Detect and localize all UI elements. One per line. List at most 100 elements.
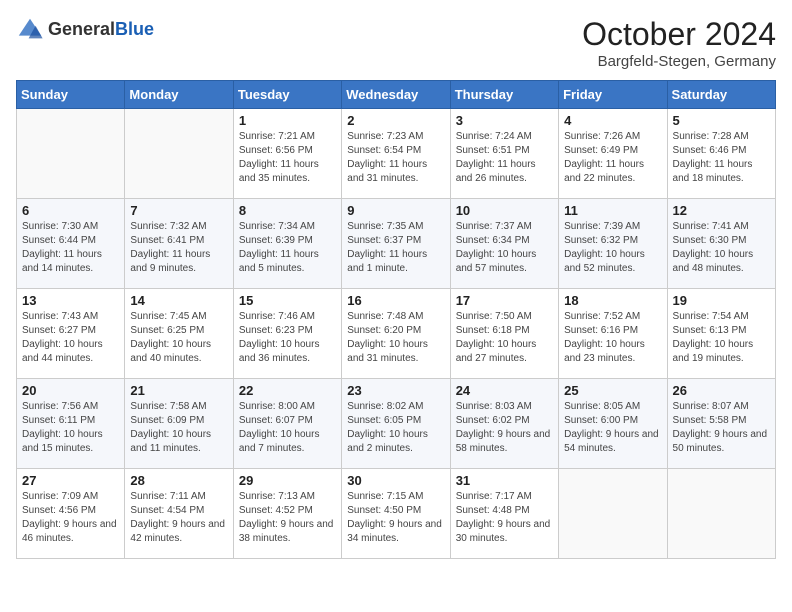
calendar-day-cell: 23 Sunrise: 8:02 AM Sunset: 6:05 PM Dayli… <box>342 379 450 469</box>
calendar-header-row: SundayMondayTuesdayWednesdayThursdayFrid… <box>17 81 776 109</box>
day-of-week-header: Wednesday <box>342 81 450 109</box>
calendar-table: SundayMondayTuesdayWednesdayThursdayFrid… <box>16 80 776 559</box>
day-info: Sunrise: 7:23 AM Sunset: 6:54 PM Dayligh… <box>347 130 444 186</box>
day-of-week-header: Sunday <box>17 81 125 109</box>
day-info: Sunrise: 7:17 AM Sunset: 4:48 PM Dayligh… <box>456 490 553 546</box>
calendar-day-cell: 8 Sunrise: 7:34 AM Sunset: 6:39 PM Daylig… <box>233 199 341 289</box>
day-number: 9 <box>347 203 444 218</box>
day-number: 28 <box>130 473 227 488</box>
calendar-day-cell: 25Sunrise: 8:05 AM Sunset: 6:00 PM Dayli… <box>559 379 667 469</box>
day-number: 15 <box>239 293 336 308</box>
day-of-week-header: Monday <box>125 81 233 109</box>
day-info: Sunrise: 7:46 AM Sunset: 6:23 PM Dayligh… <box>239 310 336 366</box>
calendar-day-cell: 13 Sunrise: 7:43 AM Sunset: 6:27 PM Dayli… <box>17 289 125 379</box>
day-info: Sunrise: 7:11 AM Sunset: 4:54 PM Dayligh… <box>130 490 227 546</box>
day-of-week-header: Tuesday <box>233 81 341 109</box>
logo-icon <box>16 16 44 44</box>
day-number: 27 <box>22 473 119 488</box>
day-number: 17 <box>456 293 553 308</box>
day-info: Sunrise: 7:45 AM Sunset: 6:25 PM Dayligh… <box>130 310 227 366</box>
calendar-week-row: 6 Sunrise: 7:30 AM Sunset: 6:44 PM Daylig… <box>17 199 776 289</box>
day-info: Sunrise: 7:30 AM Sunset: 6:44 PM Dayligh… <box>22 220 119 276</box>
calendar-day-cell <box>667 469 775 559</box>
calendar-week-row: 20 Sunrise: 7:56 AM Sunset: 6:11 PM Dayli… <box>17 379 776 469</box>
day-info: Sunrise: 7:21 AM Sunset: 6:56 PM Dayligh… <box>239 130 336 186</box>
day-number: 14 <box>130 293 227 308</box>
day-info: Sunrise: 7:09 AM Sunset: 4:56 PM Dayligh… <box>22 490 119 546</box>
calendar-day-cell: 4Sunrise: 7:26 AM Sunset: 6:49 PM Daylig… <box>559 109 667 199</box>
day-number: 20 <box>22 383 119 398</box>
day-info: Sunrise: 7:24 AM Sunset: 6:51 PM Dayligh… <box>456 130 553 186</box>
calendar-day-cell: 14 Sunrise: 7:45 AM Sunset: 6:25 PM Dayli… <box>125 289 233 379</box>
day-info: Sunrise: 7:43 AM Sunset: 6:27 PM Dayligh… <box>22 310 119 366</box>
day-info: Sunrise: 7:32 AM Sunset: 6:41 PM Dayligh… <box>130 220 227 276</box>
day-info: Sunrise: 7:39 AM Sunset: 6:32 PM Dayligh… <box>564 220 661 276</box>
calendar-day-cell: 31 Sunrise: 7:17 AM Sunset: 4:48 PM Dayli… <box>450 469 558 559</box>
day-info: Sunrise: 8:05 AM Sunset: 6:00 PM Dayligh… <box>564 400 661 456</box>
day-number: 26 <box>673 383 770 398</box>
calendar-day-cell: 21Sunrise: 7:58 AM Sunset: 6:09 PM Dayli… <box>125 379 233 469</box>
day-number: 6 <box>22 203 119 218</box>
day-number: 13 <box>22 293 119 308</box>
day-info: Sunrise: 7:48 AM Sunset: 6:20 PM Dayligh… <box>347 310 444 366</box>
calendar-week-row: 27 Sunrise: 7:09 AM Sunset: 4:56 PM Dayli… <box>17 469 776 559</box>
day-number: 8 <box>239 203 336 218</box>
day-info: Sunrise: 7:28 AM Sunset: 6:46 PM Dayligh… <box>673 130 770 186</box>
day-number: 12 <box>673 203 770 218</box>
day-info: Sunrise: 7:50 AM Sunset: 6:18 PM Dayligh… <box>456 310 553 366</box>
day-number: 7 <box>130 203 227 218</box>
day-info: Sunrise: 8:03 AM Sunset: 6:02 PM Dayligh… <box>456 400 553 456</box>
day-number: 2 <box>347 113 444 128</box>
day-number: 29 <box>239 473 336 488</box>
page-header: GeneralBlue October 2024 Bargfeld-Stegen… <box>16 16 776 70</box>
calendar-day-cell: 17 Sunrise: 7:50 AM Sunset: 6:18 PM Dayli… <box>450 289 558 379</box>
day-number: 19 <box>673 293 770 308</box>
day-info: Sunrise: 7:15 AM Sunset: 4:50 PM Dayligh… <box>347 490 444 546</box>
calendar-day-cell: 29 Sunrise: 7:13 AM Sunset: 4:52 PM Dayli… <box>233 469 341 559</box>
calendar-day-cell: 26 Sunrise: 8:07 AM Sunset: 5:58 PM Dayli… <box>667 379 775 469</box>
calendar-day-cell: 6 Sunrise: 7:30 AM Sunset: 6:44 PM Daylig… <box>17 199 125 289</box>
day-number: 1 <box>239 113 336 128</box>
day-info: Sunrise: 7:13 AM Sunset: 4:52 PM Dayligh… <box>239 490 336 546</box>
day-number: 10 <box>456 203 553 218</box>
calendar-day-cell: 10 Sunrise: 7:37 AM Sunset: 6:34 PM Dayli… <box>450 199 558 289</box>
location-title: Bargfeld-Stegen, Germany <box>582 53 776 70</box>
day-number: 30 <box>347 473 444 488</box>
calendar-week-row: 1 Sunrise: 7:21 AM Sunset: 6:56 PM Daylig… <box>17 109 776 199</box>
calendar-day-cell: 1 Sunrise: 7:21 AM Sunset: 6:56 PM Daylig… <box>233 109 341 199</box>
day-info: Sunrise: 7:58 AM Sunset: 6:09 PM Dayligh… <box>130 400 227 456</box>
day-number: 5 <box>673 113 770 128</box>
day-info: Sunrise: 7:34 AM Sunset: 6:39 PM Dayligh… <box>239 220 336 276</box>
day-number: 31 <box>456 473 553 488</box>
calendar-week-row: 13 Sunrise: 7:43 AM Sunset: 6:27 PM Dayli… <box>17 289 776 379</box>
day-info: Sunrise: 7:54 AM Sunset: 6:13 PM Dayligh… <box>673 310 770 366</box>
calendar-day-cell: 18 Sunrise: 7:52 AM Sunset: 6:16 PM Dayli… <box>559 289 667 379</box>
day-info: Sunrise: 7:56 AM Sunset: 6:11 PM Dayligh… <box>22 400 119 456</box>
day-number: 23 <box>347 383 444 398</box>
day-of-week-header: Thursday <box>450 81 558 109</box>
calendar-day-cell: 22 Sunrise: 8:00 AM Sunset: 6:07 PM Dayli… <box>233 379 341 469</box>
logo-text: GeneralBlue <box>48 20 154 40</box>
calendar-day-cell: 11Sunrise: 7:39 AM Sunset: 6:32 PM Dayli… <box>559 199 667 289</box>
calendar-day-cell: 28 Sunrise: 7:11 AM Sunset: 4:54 PM Dayli… <box>125 469 233 559</box>
calendar-day-cell: 16Sunrise: 7:48 AM Sunset: 6:20 PM Dayli… <box>342 289 450 379</box>
day-number: 18 <box>564 293 661 308</box>
day-info: Sunrise: 7:26 AM Sunset: 6:49 PM Dayligh… <box>564 130 661 186</box>
day-number: 24 <box>456 383 553 398</box>
day-info: Sunrise: 7:37 AM Sunset: 6:34 PM Dayligh… <box>456 220 553 276</box>
calendar-day-cell <box>559 469 667 559</box>
day-of-week-header: Saturday <box>667 81 775 109</box>
day-info: Sunrise: 7:52 AM Sunset: 6:16 PM Dayligh… <box>564 310 661 366</box>
calendar-day-cell: 20 Sunrise: 7:56 AM Sunset: 6:11 PM Dayli… <box>17 379 125 469</box>
calendar-title-area: October 2024 Bargfeld-Stegen, Germany <box>582 16 776 70</box>
day-number: 3 <box>456 113 553 128</box>
day-info: Sunrise: 8:07 AM Sunset: 5:58 PM Dayligh… <box>673 400 770 456</box>
calendar-day-cell: 7 Sunrise: 7:32 AM Sunset: 6:41 PM Daylig… <box>125 199 233 289</box>
calendar-day-cell: 5 Sunrise: 7:28 AM Sunset: 6:46 PM Daylig… <box>667 109 775 199</box>
day-info: Sunrise: 8:02 AM Sunset: 6:05 PM Dayligh… <box>347 400 444 456</box>
calendar-day-cell: 3 Sunrise: 7:24 AM Sunset: 6:51 PM Daylig… <box>450 109 558 199</box>
day-info: Sunrise: 8:00 AM Sunset: 6:07 PM Dayligh… <box>239 400 336 456</box>
day-of-week-header: Friday <box>559 81 667 109</box>
day-number: 22 <box>239 383 336 398</box>
day-info: Sunrise: 7:41 AM Sunset: 6:30 PM Dayligh… <box>673 220 770 276</box>
